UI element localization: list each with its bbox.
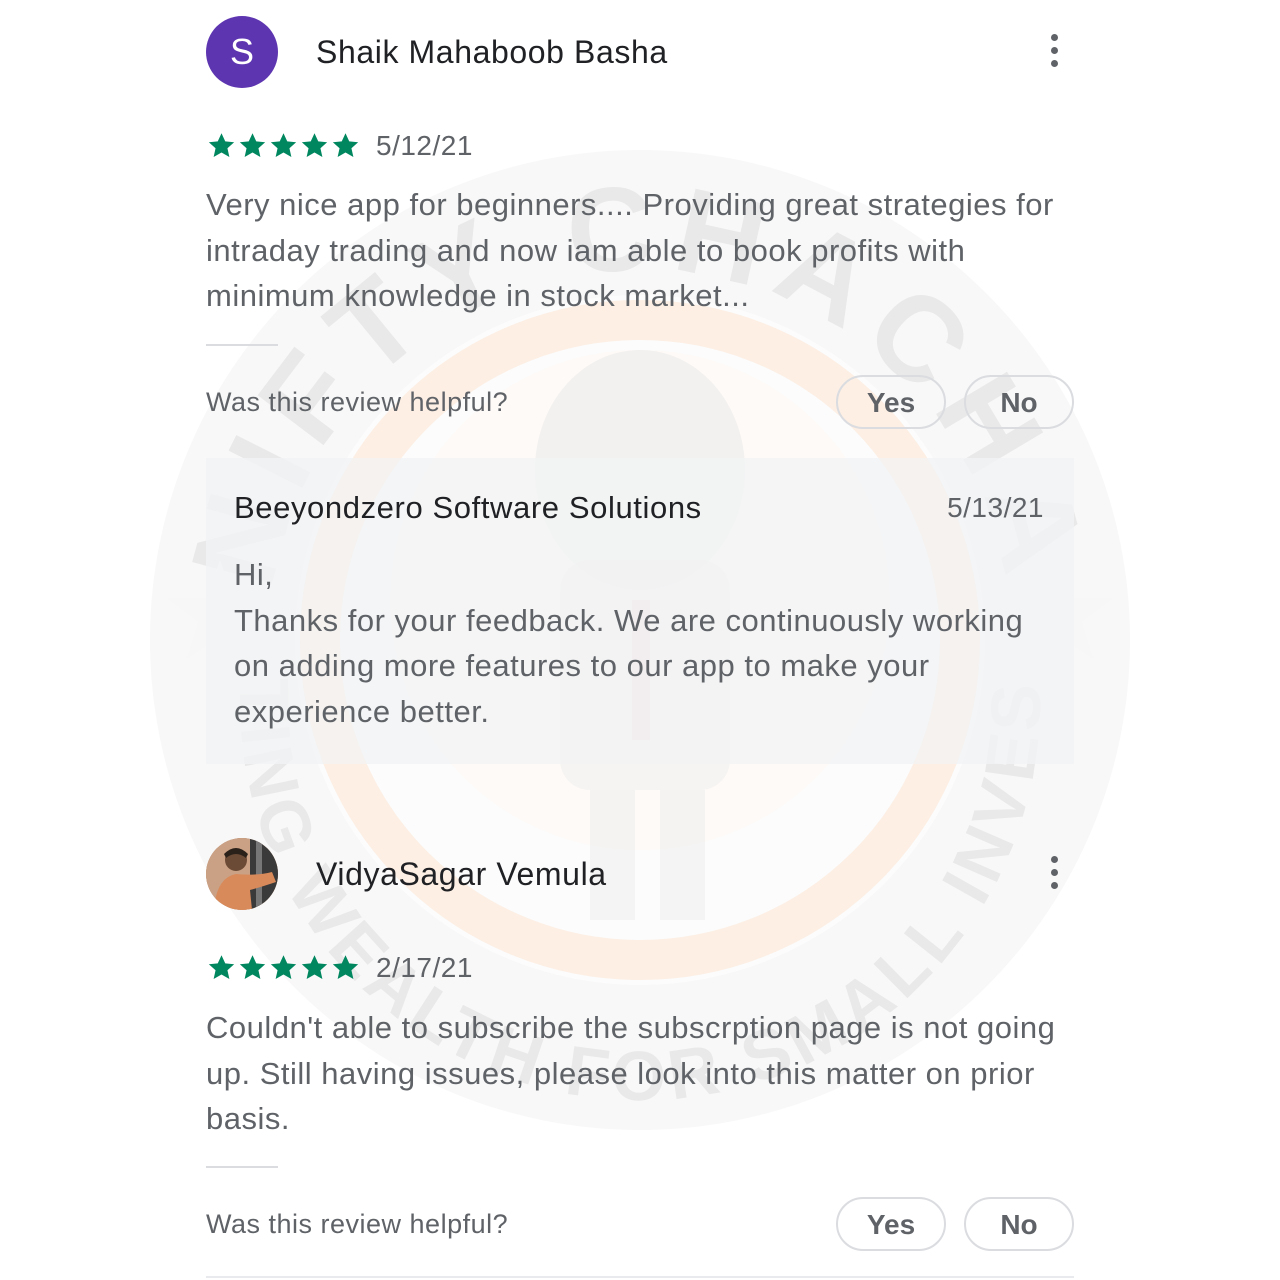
star-rating xyxy=(206,130,361,162)
helpful-yes-button[interactable]: Yes xyxy=(836,375,946,429)
avatar-photo xyxy=(206,838,278,910)
developer-reply-date: 5/13/21 xyxy=(947,492,1044,523)
star-icon xyxy=(270,955,297,979)
developer-name: Beeyondzero Software Solutions xyxy=(234,490,702,525)
reviews-list: S Shaik Mahaboob Basha 5/12/21 Very nice… xyxy=(206,0,1074,1280)
more-options-icon[interactable] xyxy=(1044,856,1064,892)
review-header: VidyaSagar Vemula xyxy=(206,838,1074,914)
reviewer-name: VidyaSagar Vemula xyxy=(316,856,607,892)
divider xyxy=(206,1276,1074,1278)
avatar: S xyxy=(206,16,278,88)
star-icon xyxy=(208,133,235,157)
developer-reply: Beeyondzero Software Solutions 5/13/21 H… xyxy=(206,458,1074,764)
helpful-no-button[interactable]: No xyxy=(964,1197,1074,1251)
helpful-row: Was this review helpful? Yes No xyxy=(206,1197,1074,1253)
star-icon xyxy=(270,133,297,157)
star-icon xyxy=(239,955,266,979)
helpful-yes-button[interactable]: Yes xyxy=(836,1197,946,1251)
avatar xyxy=(206,838,278,910)
helpful-no-button[interactable]: No xyxy=(964,375,1074,429)
star-icon xyxy=(239,133,266,157)
star-icon xyxy=(332,955,359,979)
review-date: 2/17/21 xyxy=(376,952,473,983)
divider xyxy=(206,1166,278,1168)
helpful-row: Was this review helpful? Yes No xyxy=(206,375,1074,431)
review-text: Couldn't able to subscribe the subscrpti… xyxy=(206,1010,1056,1136)
reviewer-name: Shaik Mahaboob Basha xyxy=(316,34,668,70)
rating-row: 5/12/21 xyxy=(206,130,606,170)
star-icon xyxy=(301,133,328,157)
helpful-prompt: Was this review helpful? xyxy=(206,387,509,417)
star-icon xyxy=(301,955,328,979)
rating-row: 2/17/21 xyxy=(206,952,606,992)
more-options-icon[interactable] xyxy=(1044,34,1064,70)
review-text: Very nice app for beginners.... Providin… xyxy=(206,187,1054,313)
review-header: S Shaik Mahaboob Basha xyxy=(206,16,1074,92)
helpful-prompt: Was this review helpful? xyxy=(206,1209,509,1239)
divider xyxy=(206,344,278,346)
star-icon xyxy=(208,955,235,979)
star-icon xyxy=(332,133,359,157)
developer-reply-text: Hi, Thanks for your feedback. We are con… xyxy=(234,557,1024,729)
review-date: 5/12/21 xyxy=(376,130,473,161)
star-rating xyxy=(206,952,361,984)
